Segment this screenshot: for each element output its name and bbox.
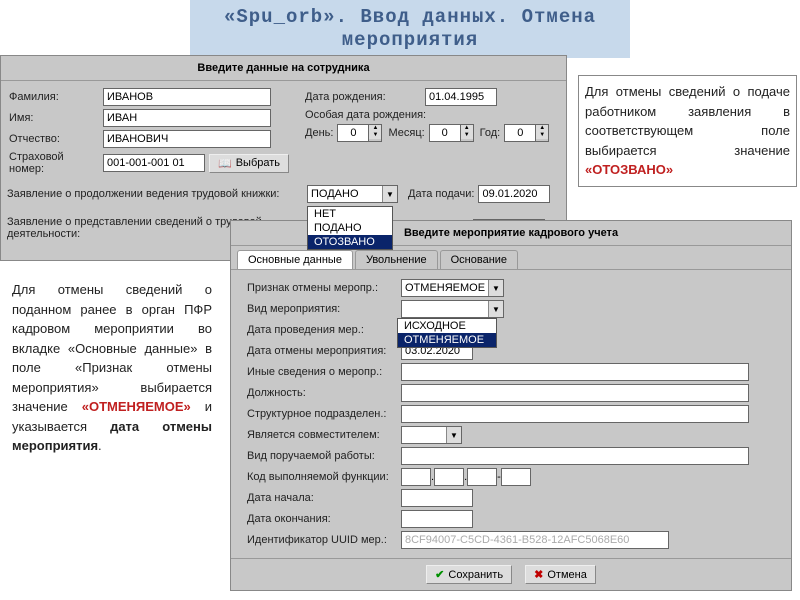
lbl-date1: Дата подачи: xyxy=(408,188,478,200)
lbl-snils: Страховой номер: xyxy=(9,151,103,175)
input-other[interactable] xyxy=(401,363,749,381)
input-uuid xyxy=(401,531,669,549)
down-icon[interactable]: ▼ xyxy=(536,132,548,139)
hl-otozvano: «ОТОЗВАНО» xyxy=(585,162,673,177)
tab-reason[interactable]: Основание xyxy=(440,250,518,269)
note-right: Для отмены сведений о подаче работником … xyxy=(578,75,797,187)
lbl-assigned: Вид поручаемой работы: xyxy=(247,450,401,462)
input-func1[interactable] xyxy=(401,468,431,486)
lbl-date-cancel: Дата отмены мероприятия: xyxy=(247,345,401,357)
tab-dismissal[interactable]: Увольнение xyxy=(355,250,438,269)
dd-opt-selected[interactable]: ОТМЕНЯЕМОЕ xyxy=(398,333,496,347)
lbl-cancelflag: Признак отмены меропр.: xyxy=(247,282,401,294)
button-bar: ✔ Сохранить ✖ Отмена xyxy=(231,558,791,590)
input-start[interactable] xyxy=(401,489,473,507)
hl-otmen: «ОТМЕНЯЕМОЕ» xyxy=(82,399,191,414)
input-birth[interactable] xyxy=(425,88,497,106)
panel-main: Признак отмены меропр.: ОТМЕНЯЕМОЕ Вид м… xyxy=(231,270,791,558)
note-left: Для отмены сведений о поданном ранее в о… xyxy=(12,280,212,456)
up-icon[interactable]: ▲ xyxy=(461,125,473,132)
dd-opt-selected[interactable]: ОТОЗВАНО xyxy=(308,235,392,249)
input-func3[interactable] xyxy=(467,468,497,486)
up-icon[interactable]: ▲ xyxy=(369,125,381,132)
lbl-dept: Структурное подразделен.: xyxy=(247,408,401,420)
lbl-year: Год: xyxy=(480,127,505,139)
lbl-type: Вид мероприятия: xyxy=(247,303,401,315)
input-func4[interactable] xyxy=(501,468,531,486)
dd-stmt1[interactable]: ПОДАНО xyxy=(307,185,398,203)
input-day[interactable] xyxy=(337,124,369,142)
lbl-name: Имя: xyxy=(9,112,103,124)
lbl-uuid: Идентификатор UUID мер.: xyxy=(247,534,401,546)
input-date1[interactable] xyxy=(478,185,550,203)
lbl-special: Особая дата рождения: xyxy=(305,109,430,121)
cancel-button[interactable]: ✖ Отмена xyxy=(525,565,596,584)
dd-opt[interactable]: ИСХОДНОЕ xyxy=(398,319,496,333)
spin-month[interactable]: ▲▼ xyxy=(429,124,474,142)
check-icon: ✔ xyxy=(435,568,444,581)
save-label: Сохранить xyxy=(448,569,503,581)
input-surname[interactable] xyxy=(103,88,271,106)
spin-day[interactable]: ▲▼ xyxy=(337,124,382,142)
lbl-position: Должность: xyxy=(247,387,401,399)
window-event: Введите мероприятие кадрового учета Осно… xyxy=(230,220,792,591)
book-icon: 📖 xyxy=(218,157,232,170)
lbl-end: Дата окончания: xyxy=(247,513,401,525)
up-icon[interactable]: ▲ xyxy=(536,125,548,132)
down-icon[interactable]: ▼ xyxy=(461,132,473,139)
lbl-stmt1: Заявление о продолжении ведения трудовой… xyxy=(7,188,307,200)
input-snils[interactable] xyxy=(103,154,205,172)
spin-year[interactable]: ▲▼ xyxy=(504,124,549,142)
input-patronymic[interactable] xyxy=(103,130,271,148)
tab-main[interactable]: Основные данные xyxy=(237,250,353,269)
input-dept[interactable] xyxy=(401,405,749,423)
input-month[interactable] xyxy=(429,124,461,142)
lbl-surname: Фамилия: xyxy=(9,91,103,103)
select-label: Выбрать xyxy=(236,157,280,169)
lbl-month: Месяц: xyxy=(388,127,428,139)
input-year[interactable] xyxy=(504,124,536,142)
lbl-day: День: xyxy=(305,127,337,139)
input-name[interactable] xyxy=(103,109,271,127)
lbl-start: Дата начала: xyxy=(247,492,401,504)
lbl-func: Код выполняемой функции: xyxy=(247,471,401,483)
lbl-birth: Дата рождения: xyxy=(305,91,425,103)
input-func2[interactable] xyxy=(434,468,464,486)
select-button[interactable]: 📖 Выбрать xyxy=(209,154,289,173)
input-end[interactable] xyxy=(401,510,473,528)
dd-type-list[interactable]: ИСХОДНОЕ ОТМЕНЯЕМОЕ xyxy=(397,318,497,348)
lbl-other: Иные сведения о меропр.: xyxy=(247,366,401,378)
lbl-patronymic: Отчество: xyxy=(9,133,103,145)
dd-stmt2-list[interactable]: НЕТ ПОДАНО ОТОЗВАНО xyxy=(307,206,393,250)
dd-opt[interactable]: ПОДАНО xyxy=(308,221,392,235)
down-icon[interactable]: ▼ xyxy=(369,132,381,139)
slide-title: «Spu_orb». Ввод данных. Отмена мероприят… xyxy=(190,0,630,58)
lbl-date-event: Дата проведения мер.: xyxy=(247,324,401,336)
cancel-label: Отмена xyxy=(547,569,586,581)
input-assigned[interactable] xyxy=(401,447,749,465)
dd-cancelflag[interactable]: ОТМЕНЯЕМОЕ xyxy=(401,279,504,297)
dd-combined[interactable] xyxy=(401,426,462,444)
x-icon: ✖ xyxy=(534,568,543,581)
win1-title: Введите данные на сотрудника xyxy=(1,56,566,81)
save-button[interactable]: ✔ Сохранить xyxy=(426,565,512,584)
dd-type[interactable] xyxy=(401,300,504,318)
lbl-combined: Является совместителем: xyxy=(247,429,401,441)
dd-opt[interactable]: НЕТ xyxy=(308,207,392,221)
input-position[interactable] xyxy=(401,384,749,402)
